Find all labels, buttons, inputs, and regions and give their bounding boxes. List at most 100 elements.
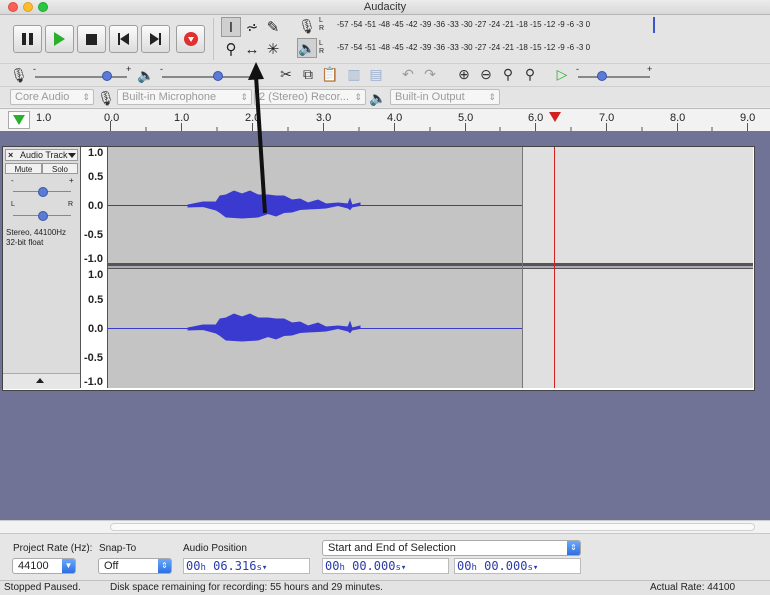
input-volume-slider[interactable] [35,76,127,78]
record-meter-channels: LR [319,17,325,32]
scale-label: 1.0 [88,147,104,159]
track-name: Audio Track [20,150,68,160]
skip-to-start-button[interactable] [109,25,138,53]
project-rate-label: Project Rate (Hz): [13,543,93,554]
mixer-edit-row: 🎙 - + 🔈 - ✂ ⧉ 📋 ▥ ▤ ↶ ↷ ⊕ ⊖ ⚲ ⚲ ▷ - + [0,63,770,86]
zoom-out-button[interactable]: ⊖ [476,64,496,84]
cut-button[interactable]: ✂ [276,64,296,84]
scale-label: -0.5 [84,352,103,364]
skip-to-end-button[interactable] [141,25,170,53]
redo-button[interactable]: ↷ [420,64,440,84]
copy-button[interactable]: ⧉ [298,64,318,84]
play-meter-button[interactable]: 🔈 [297,38,317,58]
selection-mode-select[interactable]: Start and End of Selection ⇕ [322,540,581,556]
snap-to-select[interactable]: Off ⇕ [98,558,172,574]
input-volume-max: + [126,64,132,74]
silence-icon: ▤ [369,65,383,82]
project-rate-select[interactable]: 44100 ▼ [12,558,76,574]
pan-knob[interactable] [38,211,48,221]
output-volume-min: - [160,64,163,74]
time-shift-tool[interactable]: ↔ [242,39,262,59]
collapse-track-button[interactable] [3,373,80,389]
track-format: Stereo, 44100Hz [6,228,67,237]
horizontal-scrollbar[interactable] [0,520,770,533]
track-area[interactable]: × Audio Track Mute Solo - + L R Stereo, … [0,62,770,520]
audio-position-display[interactable]: 00h 06.316s▾ [183,558,310,574]
trim-button[interactable]: ▥ [344,64,364,84]
fit-project-button[interactable]: ⚲ [520,64,540,84]
zoom-in-icon: ⊕ [458,65,470,82]
minimize-window-button[interactable] [23,2,33,12]
record-meter-scale[interactable]: -57 -54 -51 -48 -45 -42 -39 -36 -33 -30 … [337,20,590,29]
left-channel-empty [522,147,753,263]
record-button[interactable] [176,25,205,53]
vertical-scale[interactable]: 1.0 0.5 0.0 -0.5 -1.0 1.0 0.5 0.0 -0.5 -… [81,147,108,388]
snap-to-label: Snap-To [99,543,137,554]
speed-min: - [576,64,579,74]
input-volume-knob[interactable] [102,71,112,81]
status-state: Stopped Paused. [4,582,81,593]
mute-button[interactable]: Mute [5,163,42,174]
gain-knob[interactable] [38,187,48,197]
selection-start-display[interactable]: 00h 00.000s▾ [322,558,449,574]
zoom-in-button[interactable]: ⊕ [454,64,474,84]
undo-button[interactable]: ↶ [398,64,418,84]
trim-icon: ▥ [347,65,361,82]
close-track-button[interactable]: × [8,150,13,160]
playhead-marker-icon[interactable] [549,112,561,122]
redo-icon: ↷ [424,65,436,82]
skip-start-icon [118,33,129,45]
play-icon [54,32,65,46]
selection-tool[interactable]: I [221,17,241,37]
speaker-icon: 🔈 [369,89,387,106]
chevron-updown-icon: ⇕ [488,92,496,102]
zoom-window-button[interactable] [38,2,48,12]
play-button[interactable] [45,25,74,53]
input-channels-select[interactable]: 2 (Stereo) Recor... ⇕ [254,89,366,105]
play-at-speed-button[interactable]: ▷ [552,64,572,84]
cut-icon: ✂ [280,65,292,82]
zoom-tool[interactable]: ⚲ [221,39,241,59]
scale-label: 1.0 [88,269,104,281]
track-info: Stereo, 44100Hz 32-bit float [6,228,66,248]
audio-host-select[interactable]: Core Audio ⇕ [10,89,94,105]
output-volume-slider[interactable] [162,76,254,78]
scale-label: 0.0 [88,323,104,335]
stop-button[interactable] [77,25,106,53]
window-title: Audacity [363,1,407,13]
record-meter-marker [653,17,655,33]
multi-tool[interactable]: ✳ [263,39,283,59]
output-device-icon: 🔈 [368,88,388,108]
silence-button[interactable]: ▤ [366,64,386,84]
draw-tool[interactable]: ✎ [263,17,283,37]
play-meter-channels: LR [319,40,325,55]
play-speed-knob[interactable] [597,71,607,81]
track-menu-button[interactable]: Audio Track [20,150,78,160]
waveform-display[interactable] [108,147,753,388]
chevron-up-icon [36,378,44,383]
speaker-icon: 🔈 [298,39,316,56]
timeline-ruler[interactable]: 1.0 0.0 1.0 2.0 3.0 4.0 5.0 6.0 7.0 8.0 … [0,108,770,132]
pause-button[interactable] [13,25,42,53]
play-meter-scale[interactable]: -57 -54 -51 -48 -45 -42 -39 -36 -33 -30 … [337,43,590,52]
solo-button[interactable]: Solo [42,163,78,174]
microphone-icon: 🎙 [298,17,316,34]
play-speed-slider[interactable] [578,76,650,78]
record-meter-button[interactable]: 🎙 [297,16,317,36]
output-device-select[interactable]: Built-in Output ⇕ [390,89,500,105]
chevron-down-icon [68,153,76,158]
input-device-select[interactable]: Built-in Microphone ⇕ [117,89,252,105]
close-window-button[interactable] [8,2,18,12]
gain-max: + [69,176,74,185]
zoom-tool-icon: ⚲ [225,41,237,58]
fit-project-icon: ⚲ [524,65,536,82]
chevron-updown-icon: ⇕ [82,92,90,102]
fit-selection-button[interactable]: ⚲ [498,64,518,84]
transport-toolbar [3,18,214,60]
paste-button[interactable]: 📋 [320,64,340,84]
output-volume-knob[interactable] [213,71,223,81]
envelope-tool-icon: ⩫ [245,19,259,36]
selection-end-display[interactable]: 00h 00.000s▾ [454,558,581,574]
scrollbar-track[interactable] [110,523,755,531]
envelope-tool[interactable]: ⩫ [242,17,262,37]
